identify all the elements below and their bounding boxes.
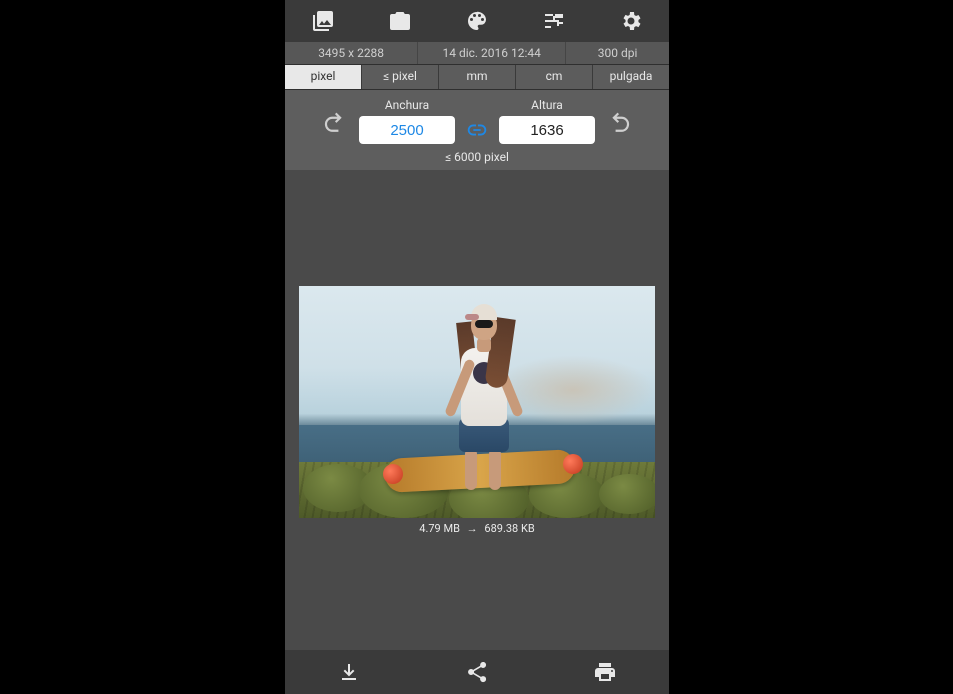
width-label: Anchura bbox=[385, 98, 429, 112]
print-icon[interactable] bbox=[575, 652, 635, 692]
tab-cm[interactable]: cm bbox=[516, 65, 593, 89]
info-datetime: 14 dic. 2016 12:44 bbox=[418, 42, 566, 64]
aspect-lock-button[interactable] bbox=[463, 116, 491, 144]
top-toolbar bbox=[285, 0, 669, 42]
gallery-icon[interactable] bbox=[303, 1, 343, 41]
arrow-right-icon: → bbox=[467, 522, 478, 535]
height-input[interactable] bbox=[499, 116, 595, 144]
redo-button[interactable] bbox=[603, 103, 639, 139]
gear-icon[interactable] bbox=[611, 1, 651, 41]
tab-pixel[interactable]: pixel bbox=[285, 65, 362, 89]
info-dpi: 300 dpi bbox=[566, 42, 669, 64]
app-screen: 3495 x 2288 14 dic. 2016 12:44 300 dpi p… bbox=[285, 0, 669, 694]
undo-button[interactable] bbox=[315, 103, 351, 139]
bottom-toolbar bbox=[285, 650, 669, 694]
filesize-text: 4.79 MB → 689.38 KB bbox=[419, 522, 534, 535]
sliders-icon[interactable] bbox=[534, 1, 574, 41]
info-resolution: 3495 x 2288 bbox=[285, 42, 418, 64]
download-icon[interactable] bbox=[319, 652, 379, 692]
camera-icon[interactable] bbox=[380, 1, 420, 41]
image-info-strip: 3495 x 2288 14 dic. 2016 12:44 300 dpi bbox=[285, 42, 669, 64]
width-column: Anchura bbox=[359, 98, 455, 144]
tab-le-pixel[interactable]: ≤ pixel bbox=[362, 65, 439, 89]
size-limit-text: ≤ 6000 pixel bbox=[285, 150, 669, 164]
height-column: Altura bbox=[499, 98, 595, 144]
preview-area: 4.79 MB → 689.38 KB bbox=[285, 170, 669, 650]
height-label: Altura bbox=[531, 98, 563, 112]
image-preview[interactable] bbox=[299, 286, 655, 518]
filesize-original: 4.79 MB bbox=[419, 522, 460, 535]
filesize-resized: 689.38 KB bbox=[484, 522, 534, 535]
palette-icon[interactable] bbox=[457, 1, 497, 41]
share-icon[interactable] bbox=[447, 652, 507, 692]
unit-tabs: pixel ≤ pixel mm cm pulgada bbox=[285, 64, 669, 90]
tab-pulgada[interactable]: pulgada bbox=[593, 65, 669, 89]
tab-mm[interactable]: mm bbox=[439, 65, 516, 89]
dimension-panel: Anchura Altura ≤ 6000 pixel bbox=[285, 90, 669, 170]
width-input[interactable] bbox=[359, 116, 455, 144]
